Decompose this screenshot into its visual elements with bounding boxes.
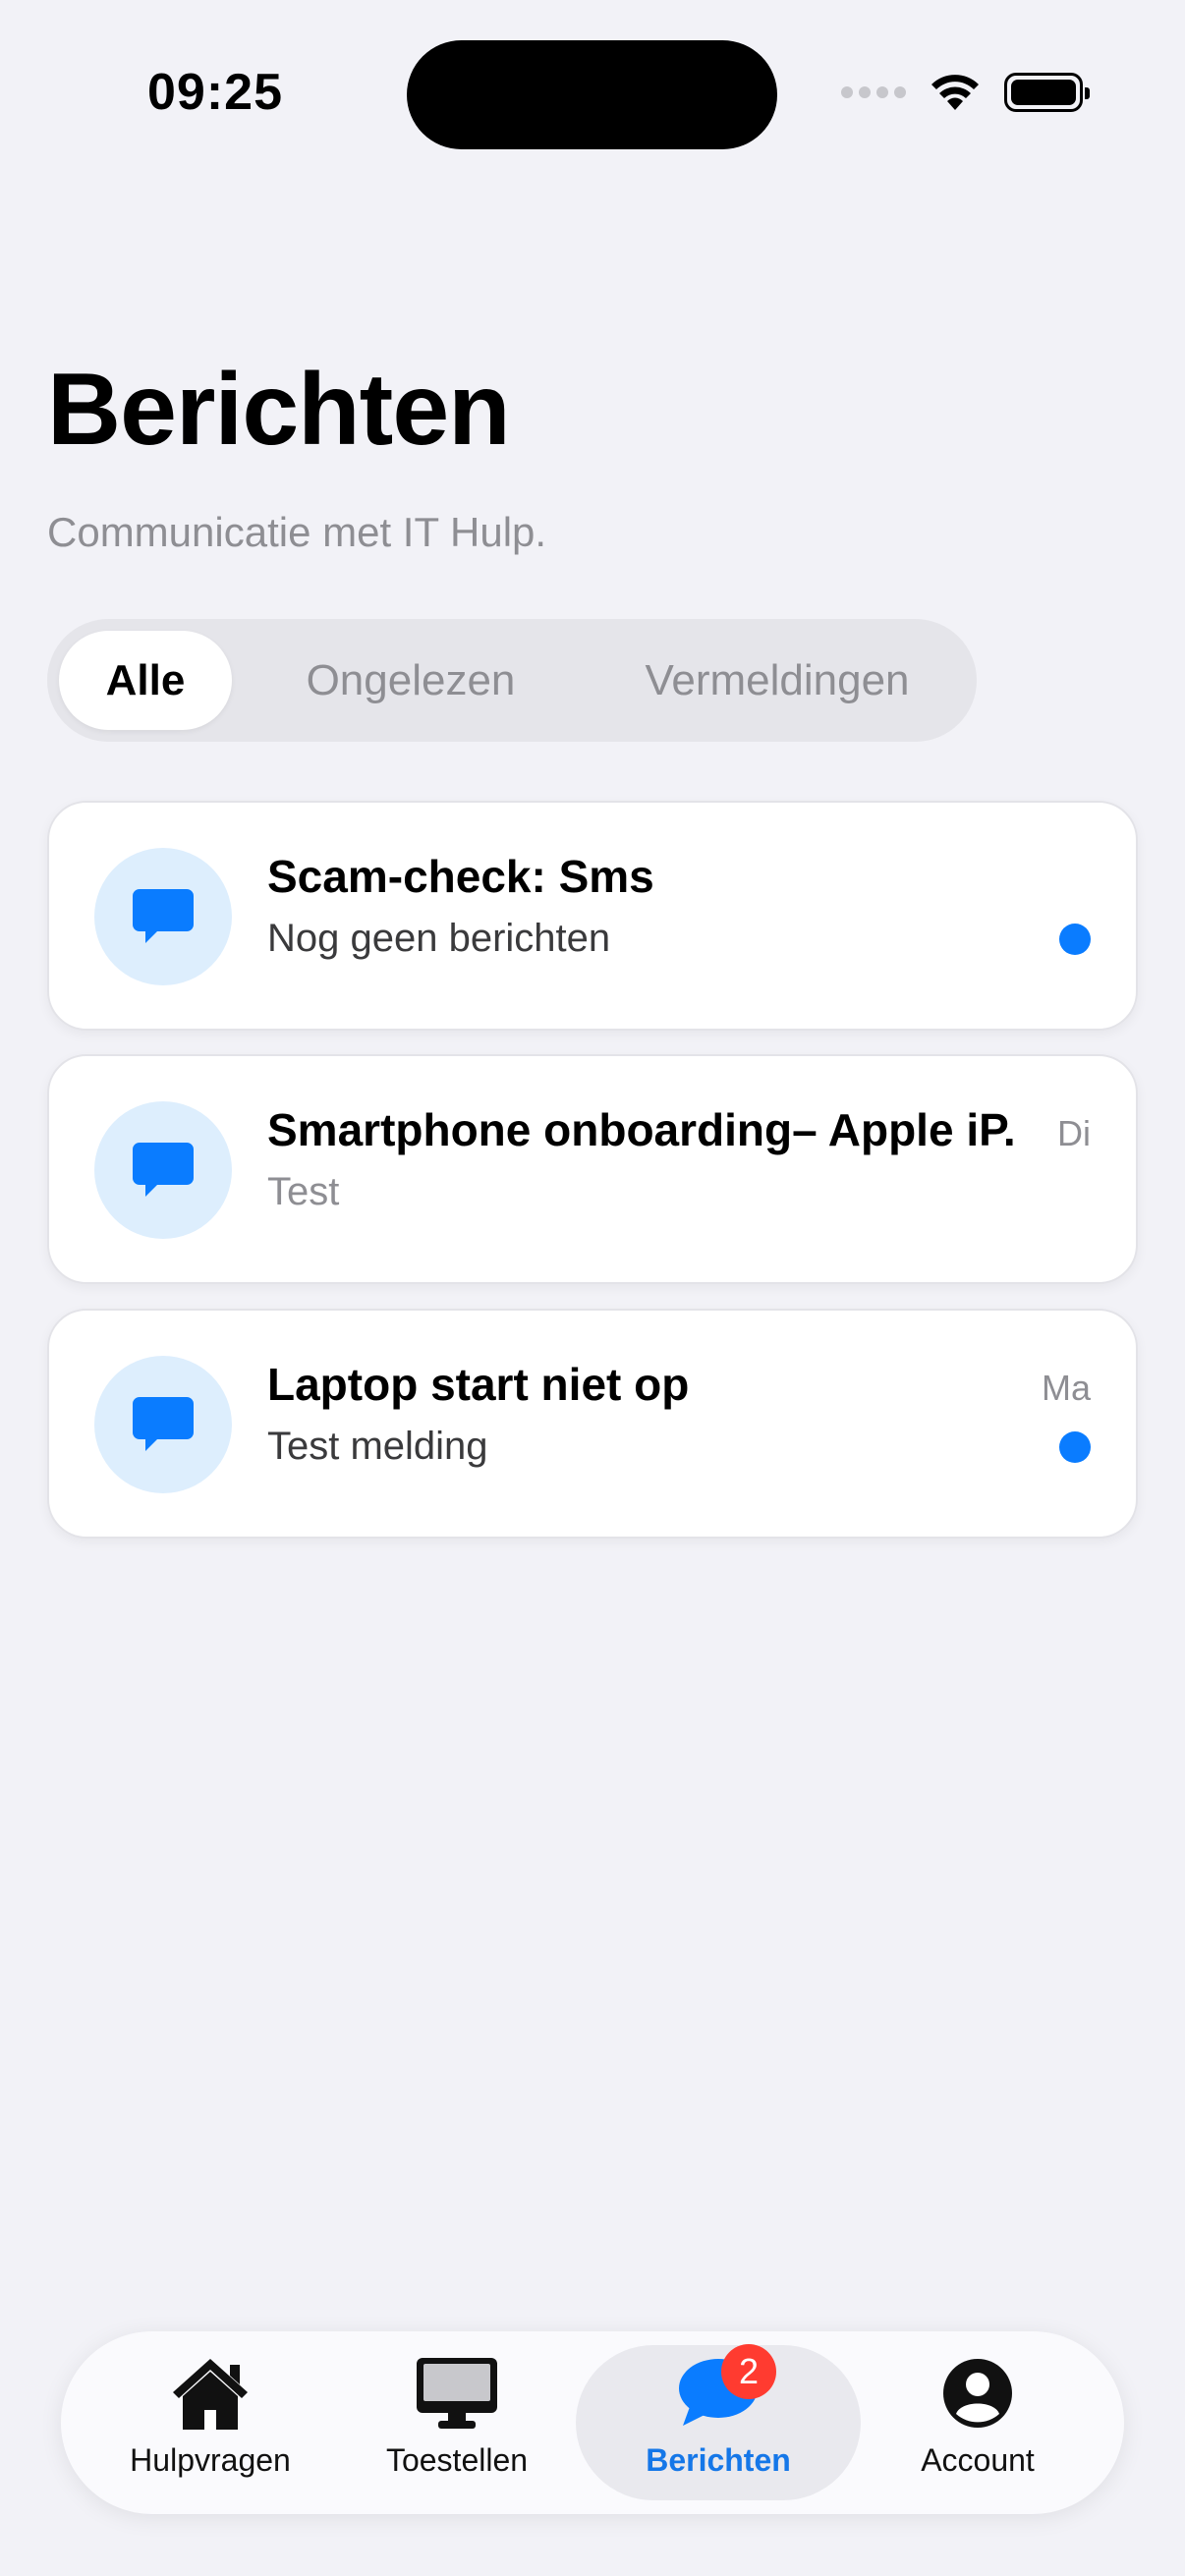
tab-label: Hulpvragen: [130, 2442, 291, 2478]
status-indicators: [841, 73, 1090, 112]
message-avatar: [94, 1356, 232, 1493]
filter-segmented-control: Alle Ongelezen Vermeldingen: [47, 619, 977, 742]
message-title: Laptop start niet op: [267, 1359, 690, 1410]
chat-bubble-icon: [133, 1397, 194, 1451]
messages-screen: 09:25 Berichten Communicatie met IT Hulp…: [0, 0, 1185, 2576]
filter-tab-vermeldingen[interactable]: Vermeldingen: [590, 631, 965, 730]
page-subtitle: Communicatie met IT Hulp.: [47, 509, 547, 555]
message-day: Di: [1057, 1113, 1091, 1153]
page-title: Berichten: [47, 353, 511, 467]
message-card[interactable]: Smartphone onboarding– Apple iP... Test …: [47, 1054, 1138, 1284]
tab-toestellen[interactable]: Toestellen: [339, 2345, 575, 2500]
message-day: Ma: [1041, 1368, 1091, 1408]
message-avatar: [94, 848, 232, 985]
chat-bubble-icon: 2: [674, 2344, 776, 2433]
message-card[interactable]: Scam-check: Sms Nog geen berichten: [47, 801, 1138, 1031]
filter-tab-alle[interactable]: Alle: [59, 631, 232, 730]
message-preview: Test: [267, 1170, 340, 1213]
message-card[interactable]: Laptop start niet op Test melding Ma: [47, 1309, 1138, 1539]
message-title: Smartphone onboarding– Apple iP...: [267, 1104, 1014, 1155]
message-avatar: [94, 1101, 232, 1239]
chat-bubble-icon: [133, 1143, 194, 1197]
battery-icon: [1004, 73, 1090, 112]
tab-label: Account: [921, 2442, 1035, 2478]
wifi-icon: [931, 75, 979, 110]
person-circle-icon: [933, 2354, 1022, 2433]
unread-indicator: [1059, 924, 1091, 955]
message-title: Scam-check: Sms: [267, 851, 654, 902]
cellular-signal-icon: [841, 86, 906, 98]
dynamic-island: [407, 40, 777, 149]
unread-count-badge: 2: [721, 2344, 776, 2399]
tab-berichten[interactable]: 2 Berichten: [576, 2344, 861, 2500]
tab-account[interactable]: Account: [860, 2345, 1096, 2500]
desktop-icon: [413, 2354, 501, 2433]
filter-tab-ongelezen[interactable]: Ongelezen: [232, 631, 590, 730]
message-preview: Test melding: [267, 1425, 488, 1468]
message-preview: Nog geen berichten: [267, 917, 611, 960]
tab-hulpvragen[interactable]: Hulpvragen: [92, 2345, 328, 2500]
chat-bubble-icon: [133, 889, 194, 943]
status-time: 09:25: [147, 64, 283, 121]
tab-label: Toestellen: [385, 2442, 529, 2478]
tab-label: Berichten: [646, 2442, 791, 2478]
house-icon: [166, 2354, 254, 2433]
unread-indicator: [1059, 1431, 1091, 1463]
tab-bar: Hulpvragen Toestellen 2 Berichten Accoun…: [61, 2331, 1124, 2514]
